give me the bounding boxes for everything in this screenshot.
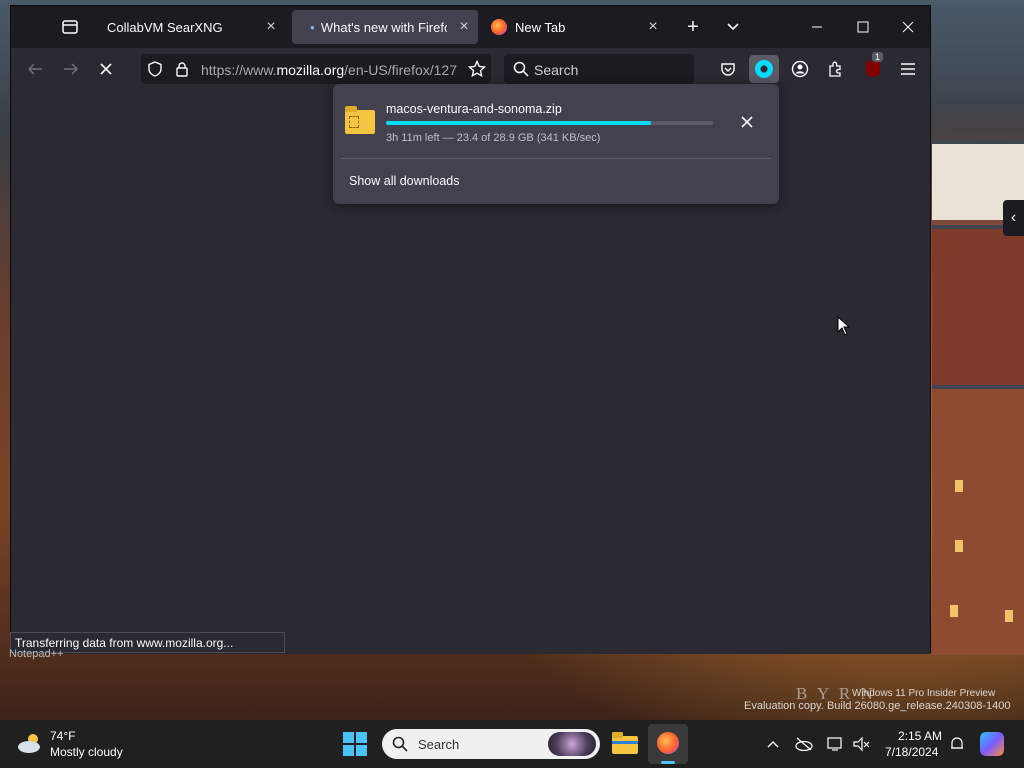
url-bar[interactable]: https://www.mozilla.org/en-US/firefox/12… bbox=[141, 54, 491, 84]
tab-whats-new[interactable]: ● What's new with Firefox - × bbox=[292, 10, 478, 44]
url-text[interactable]: https://www.mozilla.org/en-US/firefox/12… bbox=[201, 62, 457, 78]
windows-watermark: Windows 11 Pro Insider Preview Evaluatio… bbox=[744, 688, 1011, 712]
stop-loading-icon[interactable] bbox=[93, 56, 119, 82]
cancel-download-icon[interactable] bbox=[739, 114, 755, 135]
sidebar-expand-handle[interactable]: ‹ bbox=[1003, 200, 1024, 236]
download-progress-fill bbox=[386, 121, 651, 125]
taskbar-firefox-button[interactable] bbox=[648, 724, 688, 764]
show-hidden-icons-chevron-icon[interactable] bbox=[764, 735, 782, 753]
search-icon bbox=[392, 736, 408, 757]
loading-dot-icon: ● bbox=[310, 22, 315, 32]
file-explorer-icon[interactable] bbox=[612, 732, 638, 759]
start-windows-icon[interactable] bbox=[343, 732, 367, 761]
back-arrow-icon[interactable] bbox=[22, 56, 48, 82]
pocket-icon[interactable] bbox=[715, 56, 741, 82]
close-tab-icon[interactable]: × bbox=[456, 19, 472, 35]
minimize-icon[interactable] bbox=[804, 14, 830, 40]
speaker-muted-icon[interactable] bbox=[853, 735, 871, 753]
close-window-icon[interactable] bbox=[895, 14, 921, 40]
download-status: 3h 11m left — 23.4 of 28.9 GB (341 KB/se… bbox=[386, 132, 601, 144]
forward-arrow-icon[interactable] bbox=[58, 56, 84, 82]
firefox-logo-icon bbox=[491, 19, 507, 35]
panel-divider bbox=[341, 158, 771, 159]
wallpaper-window bbox=[955, 480, 963, 492]
new-tab-plus-icon[interactable]: + bbox=[680, 14, 706, 40]
search-highlight-image bbox=[548, 732, 596, 756]
wallpaper-window bbox=[950, 605, 958, 617]
download-progress-icon bbox=[755, 60, 773, 78]
show-all-downloads-button[interactable]: Show all downloads bbox=[349, 174, 460, 188]
desktop-notepad-label[interactable]: Notepad++ bbox=[9, 648, 63, 660]
downloads-button[interactable] bbox=[749, 55, 779, 83]
network-icon[interactable] bbox=[827, 735, 845, 753]
download-progress-bar bbox=[386, 121, 713, 125]
url-suffix: /en-US/firefox/127 bbox=[344, 62, 457, 78]
maximize-icon[interactable] bbox=[850, 14, 876, 40]
taskbar-search-label: Search bbox=[418, 737, 460, 752]
url-domain: mozilla.org bbox=[276, 62, 345, 78]
tab-new-tab[interactable]: New Tab × bbox=[481, 10, 667, 44]
watermark-line1: Windows 11 Pro Insider Preview bbox=[852, 688, 996, 699]
url-prefix: https://www. bbox=[201, 62, 277, 78]
shield-icon[interactable] bbox=[147, 61, 163, 82]
weather-cloudy-icon[interactable] bbox=[16, 730, 44, 761]
zip-folder-icon bbox=[345, 106, 375, 134]
extensions-puzzle-icon[interactable] bbox=[823, 56, 849, 82]
clock-date[interactable]: 7/18/2024 bbox=[885, 745, 938, 759]
close-tab-icon[interactable]: × bbox=[645, 19, 661, 35]
ublock-addon-icon[interactable]: 1 bbox=[860, 52, 886, 82]
hamburger-menu-icon[interactable] bbox=[895, 56, 921, 82]
watermark-line2: Evaluation copy. Build 26080.ge_release.… bbox=[744, 700, 1011, 712]
weather-description[interactable]: Mostly cloudy bbox=[50, 745, 123, 759]
close-tab-icon[interactable]: × bbox=[263, 19, 279, 35]
bookmark-star-icon[interactable] bbox=[467, 59, 487, 83]
tab-title: CollabVM SearXNG bbox=[107, 19, 223, 35]
account-icon[interactable] bbox=[787, 56, 813, 82]
download-filename[interactable]: macos-ventura-and-sonoma.zip bbox=[386, 102, 562, 116]
tab-collabvm[interactable]: CollabVM SearXNG × bbox=[95, 10, 285, 44]
taskbar: 74°F Mostly cloudy Search 2:15 AM 7/18/2… bbox=[0, 720, 1024, 768]
firefox-logo-icon bbox=[657, 732, 679, 754]
tab-title: New Tab bbox=[515, 19, 566, 35]
addon-badge: 1 bbox=[872, 52, 884, 62]
wallpaper-window bbox=[955, 540, 963, 552]
onedrive-offline-icon[interactable] bbox=[795, 735, 813, 753]
ublock-shield-icon bbox=[866, 61, 880, 77]
copilot-icon[interactable] bbox=[980, 732, 1004, 756]
search-icon bbox=[513, 61, 529, 82]
wallpaper-window bbox=[1005, 610, 1013, 622]
downloads-panel: macos-ventura-and-sonoma.zip 3h 11m left… bbox=[333, 84, 779, 204]
active-app-indicator bbox=[661, 761, 675, 764]
taskbar-search-box[interactable]: Search bbox=[382, 729, 600, 759]
firefox-view-icon[interactable] bbox=[57, 14, 83, 40]
mouse-cursor-icon bbox=[837, 315, 851, 341]
search-placeholder: Search bbox=[534, 62, 579, 78]
search-bar[interactable]: Search bbox=[504, 54, 694, 84]
notification-bell-icon[interactable] bbox=[948, 735, 966, 753]
tab-title: What's new with Firefox - bbox=[320, 19, 447, 35]
list-all-tabs-chevron-icon[interactable] bbox=[720, 14, 746, 40]
wallpaper-house bbox=[932, 225, 1024, 385]
tab-bar: CollabVM SearXNG × ● What's new with Fir… bbox=[11, 6, 930, 48]
lock-icon[interactable] bbox=[175, 61, 189, 82]
clock-time[interactable]: 2:15 AM bbox=[898, 729, 942, 743]
weather-temperature[interactable]: 74°F bbox=[50, 729, 75, 743]
chevron-left-icon: ‹ bbox=[1010, 209, 1017, 226]
